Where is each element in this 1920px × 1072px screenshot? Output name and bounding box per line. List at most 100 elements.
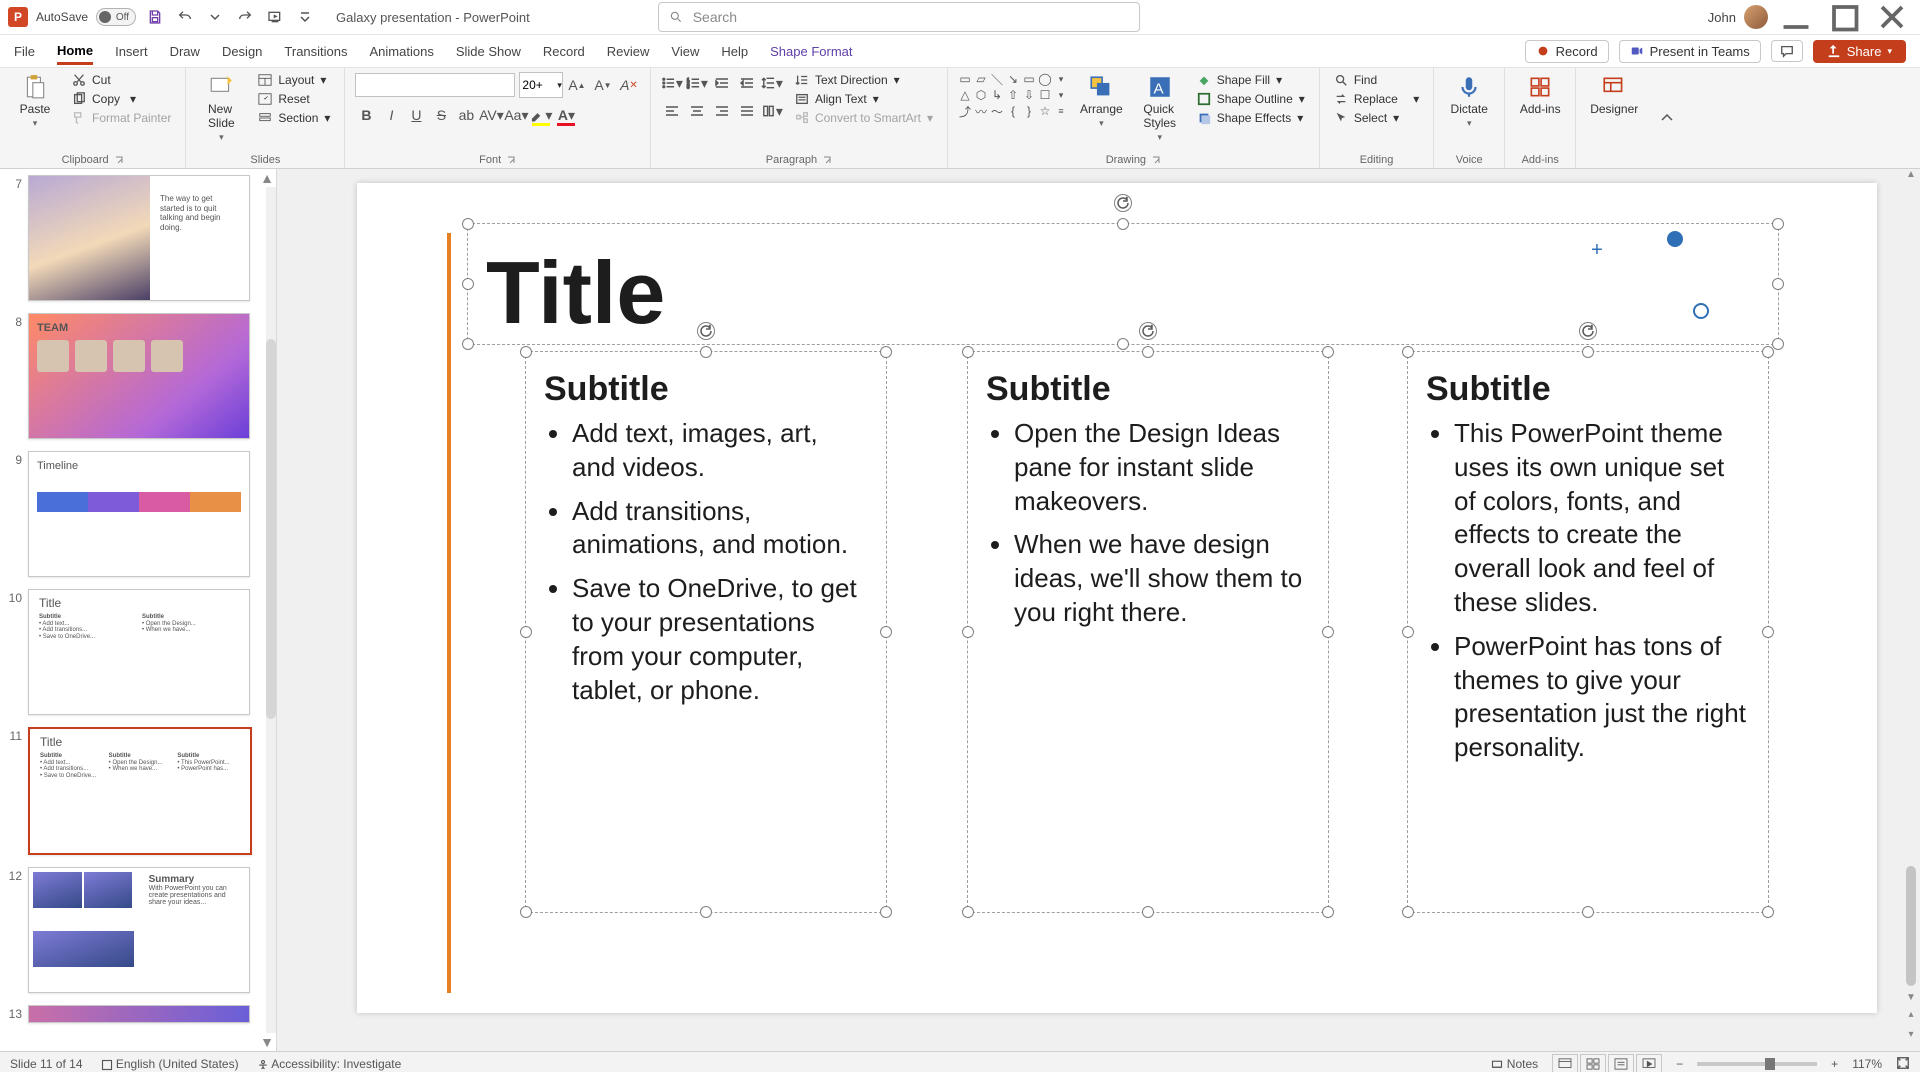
thumbnail-slide-13[interactable] (28, 1005, 250, 1023)
column-3-subtitle[interactable]: Subtitle (1426, 370, 1750, 409)
next-slide-icon[interactable]: ▾ (1904, 1029, 1918, 1043)
thumbnail-slide-10[interactable]: TitleSubtitle• Add text...• Add transiti… (28, 589, 250, 715)
shape-fill-button[interactable]: Shape Fill ▾ (1193, 72, 1309, 88)
undo-dropdown-icon[interactable] (204, 6, 226, 28)
zoom-in-icon[interactable]: + (1831, 1057, 1838, 1071)
rotation-handle-icon[interactable] (697, 322, 715, 340)
numbering-icon[interactable]: 123▾ (686, 72, 708, 94)
window-close-icon[interactable] (1872, 3, 1912, 31)
record-button[interactable]: Record (1525, 40, 1609, 63)
view-reading-icon[interactable] (1608, 1054, 1634, 1072)
thumbnail-slide-11[interactable]: TitleSubtitle• Add text...• Add transiti… (28, 727, 252, 855)
section-button[interactable]: Section ▾ (254, 110, 334, 126)
zoom-out-icon[interactable]: − (1676, 1057, 1683, 1071)
shape-outline-button[interactable]: Shape Outline ▾ (1193, 91, 1309, 107)
column-2-subtitle[interactable]: Subtitle (986, 370, 1310, 409)
find-button[interactable]: Find (1330, 72, 1423, 88)
dictate-button[interactable]: Dictate▾ (1444, 72, 1494, 131)
select-button[interactable]: Select ▾ (1330, 110, 1423, 126)
shapes-gallery[interactable]: ▭▱＼↘▭◯▾ △⬡↳⇧⇩☐▾ ⤴〰〜{}☆≡ (958, 72, 1068, 118)
align-left-icon[interactable] (661, 100, 683, 122)
text-direction-button[interactable]: Text Direction ▾ (791, 72, 937, 88)
bullets-icon[interactable]: ▾ (661, 72, 683, 94)
zoom-level[interactable]: 117% (1852, 1057, 1882, 1071)
format-painter-button[interactable]: Format Painter (68, 110, 175, 126)
new-slide-button[interactable]: New Slide▾ (196, 72, 246, 145)
columns-icon[interactable]: ▾ (761, 100, 783, 122)
justify-icon[interactable] (736, 100, 758, 122)
view-sorter-icon[interactable] (1580, 1054, 1606, 1072)
strikethrough-icon[interactable]: S (430, 104, 452, 126)
present-in-teams-button[interactable]: Present in Teams (1619, 40, 1761, 63)
accessibility-button[interactable]: Accessibility: Investigate (257, 1057, 402, 1071)
tab-view[interactable]: View (671, 40, 699, 63)
font-size-input[interactable] (519, 72, 563, 98)
qat-customize-icon[interactable] (294, 6, 316, 28)
text-shadow-icon[interactable]: ab (455, 104, 477, 126)
tab-slideshow[interactable]: Slide Show (456, 40, 521, 63)
align-text-button[interactable]: Align Text ▾ (791, 91, 937, 107)
cut-button[interactable]: Cut (68, 72, 175, 88)
addins-button[interactable]: Add-ins (1515, 72, 1565, 118)
thumbnail-slide-12[interactable]: SummaryWith PowerPoint you can create pr… (28, 867, 250, 993)
arrange-button[interactable]: Arrange▾ (1076, 72, 1127, 131)
quick-styles-button[interactable]: AQuick Styles▾ (1135, 72, 1185, 145)
undo-icon[interactable] (174, 6, 196, 28)
rotation-handle-icon[interactable] (1139, 322, 1157, 340)
tab-shape-format[interactable]: Shape Format (770, 40, 852, 63)
underline-icon[interactable]: U (405, 104, 427, 126)
notes-button[interactable]: Notes (1491, 1057, 1538, 1071)
comments-button[interactable] (1771, 40, 1803, 62)
tab-home[interactable]: Home (57, 39, 93, 65)
designer-button[interactable]: Designer (1586, 72, 1642, 118)
convert-smartart-button[interactable]: Convert to SmartArt ▾ (791, 110, 937, 126)
fit-to-window-icon[interactable] (1896, 1056, 1910, 1072)
tab-help[interactable]: Help (721, 40, 748, 63)
tab-design[interactable]: Design (222, 40, 262, 63)
italic-icon[interactable]: I (380, 104, 402, 126)
thumbnail-slide-9[interactable]: Timeline (28, 451, 250, 577)
align-right-icon[interactable] (711, 100, 733, 122)
char-spacing-icon[interactable]: AV▾ (480, 104, 502, 126)
content-placeholder-3[interactable]: Subtitle This PowerPoint theme uses its … (1407, 351, 1769, 913)
tab-draw[interactable]: Draw (170, 40, 200, 63)
font-color-icon[interactable]: A▾ (555, 104, 577, 126)
tab-file[interactable]: File (14, 40, 35, 63)
tab-animations[interactable]: Animations (370, 40, 434, 63)
bold-icon[interactable]: B (355, 104, 377, 126)
align-center-icon[interactable] (686, 100, 708, 122)
view-slideshow-icon[interactable] (1636, 1054, 1662, 1072)
reset-button[interactable]: Reset (254, 91, 334, 107)
canvas-vertical-scrollbar[interactable]: ▲ ▼ ▴ ▾ (1902, 169, 1920, 1051)
zoom-slider[interactable] (1697, 1062, 1817, 1066)
tab-insert[interactable]: Insert (115, 40, 148, 63)
slide-canvas[interactable]: Title + Subtitle Add text, images, art, … (277, 169, 1920, 1051)
tab-review[interactable]: Review (607, 40, 650, 63)
save-icon[interactable] (144, 6, 166, 28)
user-account[interactable]: John (1708, 5, 1768, 29)
shape-effects-button[interactable]: Shape Effects ▾ (1193, 110, 1309, 126)
redo-icon[interactable] (234, 6, 256, 28)
share-button[interactable]: Share▾ (1813, 40, 1906, 63)
change-case-icon[interactable]: Aa▾ (505, 104, 527, 126)
slide-title[interactable]: Title (486, 242, 665, 344)
shrink-font-icon[interactable]: A▼ (592, 74, 614, 96)
layout-button[interactable]: Layout ▾ (254, 72, 334, 88)
tab-record[interactable]: Record (543, 40, 585, 63)
grow-font-icon[interactable]: A▲ (566, 74, 588, 96)
window-restore-icon[interactable] (1824, 3, 1864, 31)
rotation-handle-icon[interactable] (1114, 194, 1132, 212)
line-spacing-icon[interactable]: ▾ (761, 72, 783, 94)
ribbon-collapse-icon[interactable] (1652, 68, 1682, 168)
language-button[interactable]: English (United States) (101, 1057, 239, 1071)
content-placeholder-1[interactable]: Subtitle Add text, images, art, and vide… (525, 351, 887, 913)
rotation-handle-icon[interactable] (1579, 322, 1597, 340)
prev-slide-icon[interactable]: ▴ (1904, 1009, 1918, 1023)
thumbnail-slide-8[interactable]: TEAM (28, 313, 250, 439)
window-minimize-icon[interactable] (1776, 3, 1816, 31)
copy-button[interactable]: Copy▾ (68, 91, 175, 107)
search-input[interactable]: Search (658, 2, 1140, 32)
increase-indent-icon[interactable] (736, 72, 758, 94)
column-1-subtitle[interactable]: Subtitle (544, 370, 868, 409)
column-2-bullets[interactable]: Open the Design Ideas pane for instant s… (986, 417, 1310, 630)
